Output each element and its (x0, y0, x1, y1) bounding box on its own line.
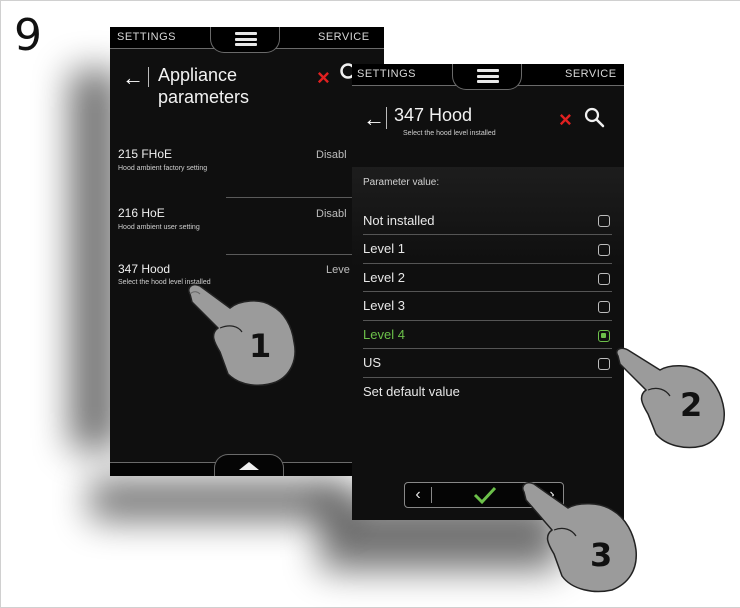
scroll-up-button[interactable] (214, 454, 284, 476)
title-separator (148, 67, 149, 87)
step-number: 9 (14, 10, 42, 61)
param-value: Leve (326, 264, 350, 276)
left-screen-bottom-shadow (90, 480, 350, 520)
menu-button[interactable] (452, 64, 522, 90)
previous-button[interactable]: ‹ (407, 483, 429, 507)
nav-divider (431, 487, 432, 503)
service-tab[interactable]: SERVICE (318, 31, 370, 43)
callout-number-3: 3 (590, 536, 612, 574)
option-divider (363, 291, 612, 292)
page-title-line1: Appliance (158, 65, 238, 85)
option-label: Level 1 (363, 241, 405, 256)
option-divider (363, 320, 612, 321)
option-checkbox-checked[interactable] (598, 330, 610, 342)
option-label: Level 2 (363, 270, 405, 285)
pointing-hand-1: 1 (188, 283, 296, 387)
close-x-icon[interactable]: × (317, 67, 330, 89)
param-name: 215 FHoE (118, 147, 173, 161)
callout-number-1: 1 (249, 327, 271, 365)
param-row-216[interactable]: 216 HoE Hood ambient user setting Disabl (110, 206, 384, 266)
service-tab[interactable]: SERVICE (565, 68, 617, 80)
param-name: 347 Hood (118, 262, 171, 276)
option-divider (363, 348, 612, 349)
back-arrow-icon[interactable]: ← (363, 108, 385, 130)
param-value: Disabl (316, 149, 347, 161)
callout-number-2: 2 (680, 386, 702, 424)
title-separator (386, 107, 387, 129)
option-label: Level 3 (363, 298, 405, 313)
pointing-hand-2: 2 (616, 347, 725, 449)
option-checkbox[interactable] (598, 215, 610, 227)
pointing-hand-3: 3 (522, 481, 637, 593)
option-checkbox[interactable] (598, 301, 610, 313)
option-divider (363, 234, 612, 235)
option-label: US (363, 355, 382, 370)
page-title: 347 Hood (394, 105, 473, 125)
menu-button[interactable] (210, 27, 280, 53)
option-divider (363, 377, 612, 378)
param-desc: Hood ambient factory setting (118, 165, 208, 172)
checkmark-icon (473, 486, 497, 505)
option-label-selected: Level 4 (363, 327, 405, 342)
page-title-line2: parameters (158, 87, 250, 107)
param-desc: Hood ambient user setting (118, 224, 200, 231)
param-row-215[interactable]: 215 FHoE Hood ambient factory setting Di… (110, 147, 384, 207)
option-divider (363, 263, 612, 264)
close-x-icon[interactable]: × (559, 109, 572, 131)
param-value: Disabl (316, 208, 347, 220)
back-arrow-icon[interactable]: ← (122, 67, 144, 89)
hamburger-menu-icon (235, 32, 257, 46)
param-name: 216 HoE (118, 206, 165, 220)
option-label: Not installed (363, 213, 435, 228)
hood-parameter-screen: SETTINGS SERVICE ← 347 Hood Select the h… (352, 64, 624, 520)
up-triangle-icon (239, 462, 259, 470)
hamburger-menu-icon (477, 69, 499, 83)
parameter-value-label: Parameter value: (363, 177, 440, 188)
settings-tab[interactable]: SETTINGS (117, 31, 176, 43)
settings-tab[interactable]: SETTINGS (357, 68, 416, 80)
option-checkbox[interactable] (598, 273, 610, 285)
appliance-parameters-screen: SETTINGS SERVICE ← Appliance parameters … (110, 27, 384, 476)
page-subtitle: Select the hood level installed (403, 130, 496, 137)
set-default-value-button[interactable]: Set default value (363, 384, 460, 399)
page-title: Appliance parameters (158, 64, 249, 108)
option-checkbox[interactable] (598, 244, 610, 256)
search-icon[interactable] (583, 106, 605, 128)
